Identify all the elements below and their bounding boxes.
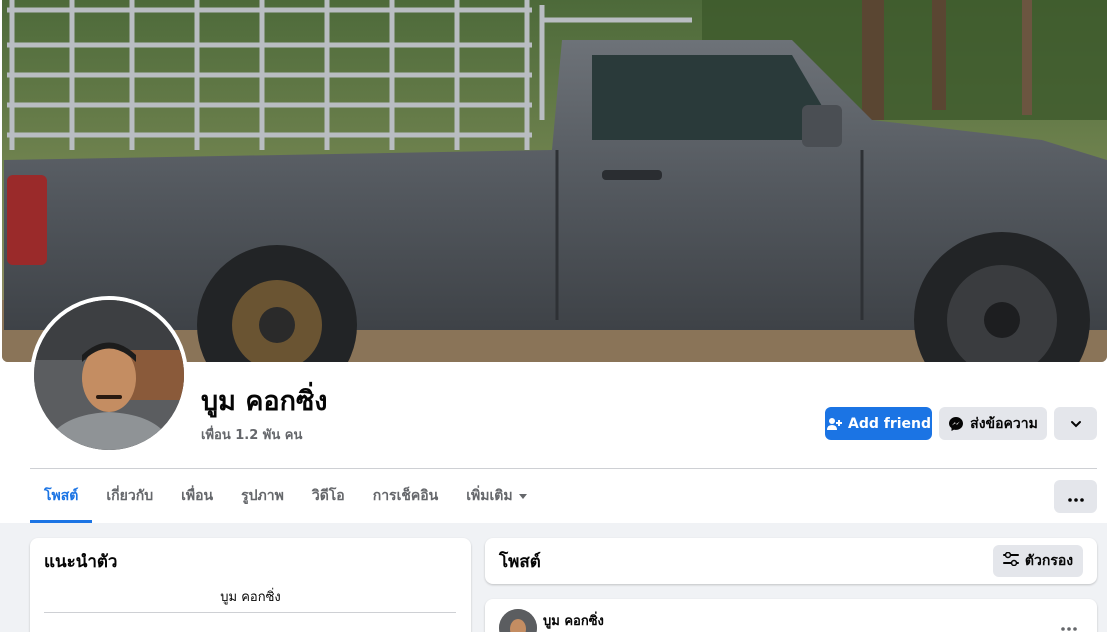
friends-count-link[interactable]: เพื่อน 1.2 พัน คน xyxy=(201,424,302,445)
profile-header: บูม คอกซิ่ง เพื่อน 1.2 พัน คน Add friend… xyxy=(0,0,1107,523)
tab-label: เพื่อน xyxy=(181,488,214,504)
filter-icon xyxy=(1002,551,1019,570)
caret-down-icon xyxy=(518,493,527,499)
post-author-avatar[interactable] xyxy=(499,609,537,632)
cover-photo[interactable] xyxy=(2,0,1107,362)
tab-more[interactable]: เพิ่มเติม xyxy=(452,469,540,523)
more-dots-icon xyxy=(1061,616,1077,632)
posts-header-card: โพสต์ ตัวกรอง xyxy=(485,538,1097,584)
messenger-icon xyxy=(948,416,964,432)
tab-label: รูปภาพ xyxy=(241,488,284,504)
post-author-name[interactable]: บูม คอกซิ่ง xyxy=(543,610,604,631)
add-friend-button[interactable]: Add friend xyxy=(825,407,932,440)
tab-label: การเช็คอิน xyxy=(372,488,439,504)
intro-bio: บูม คอกซิ่ง xyxy=(220,590,281,605)
tab-label: เกี่ยวกับ xyxy=(106,488,154,504)
profile-tabs: โพสต์ เกี่ยวกับ เพื่อน รูปภาพ วิดีโอ การ… xyxy=(30,469,541,523)
filter-label: ตัวกรอง xyxy=(1024,553,1074,569)
intro-divider xyxy=(44,612,456,613)
tab-posts[interactable]: โพสต์ xyxy=(30,469,93,523)
intro-title: แนะนำตัว xyxy=(44,552,118,572)
filter-button[interactable]: ตัวกรอง xyxy=(993,545,1083,577)
more-dots-icon xyxy=(1067,487,1084,506)
tab-photos[interactable]: รูปภาพ xyxy=(227,469,298,523)
message-label: ส่งข้อความ xyxy=(970,415,1038,432)
profile-options-button[interactable] xyxy=(1054,407,1097,440)
message-button[interactable]: ส่งข้อความ xyxy=(939,407,1047,440)
tab-about[interactable]: เกี่ยวกับ xyxy=(92,469,167,523)
tab-label: เพิ่มเติม xyxy=(466,488,513,504)
tab-label: วิดีโอ xyxy=(311,488,345,504)
profile-name: บูม คอกซิ่ง xyxy=(201,386,328,417)
tabs-more-button[interactable] xyxy=(1054,480,1097,513)
profile-avatar[interactable] xyxy=(30,296,188,454)
tab-videos[interactable]: วิดีโอ xyxy=(298,469,359,523)
post-card: บูม คอกซิ่ง xyxy=(485,599,1097,632)
tab-checkins[interactable]: การเช็คอิน xyxy=(359,469,453,523)
post-options-button[interactable] xyxy=(1057,617,1081,632)
posts-title: โพสต์ xyxy=(499,552,541,572)
add-friend-icon xyxy=(826,416,842,432)
tab-friends[interactable]: เพื่อน xyxy=(167,469,227,523)
tab-label: โพสต์ xyxy=(44,488,79,504)
add-friend-label: Add friend xyxy=(847,415,932,432)
chevron-down-icon xyxy=(1069,417,1083,431)
intro-card: แนะนำตัว บูม คอกซิ่ง xyxy=(30,538,471,632)
